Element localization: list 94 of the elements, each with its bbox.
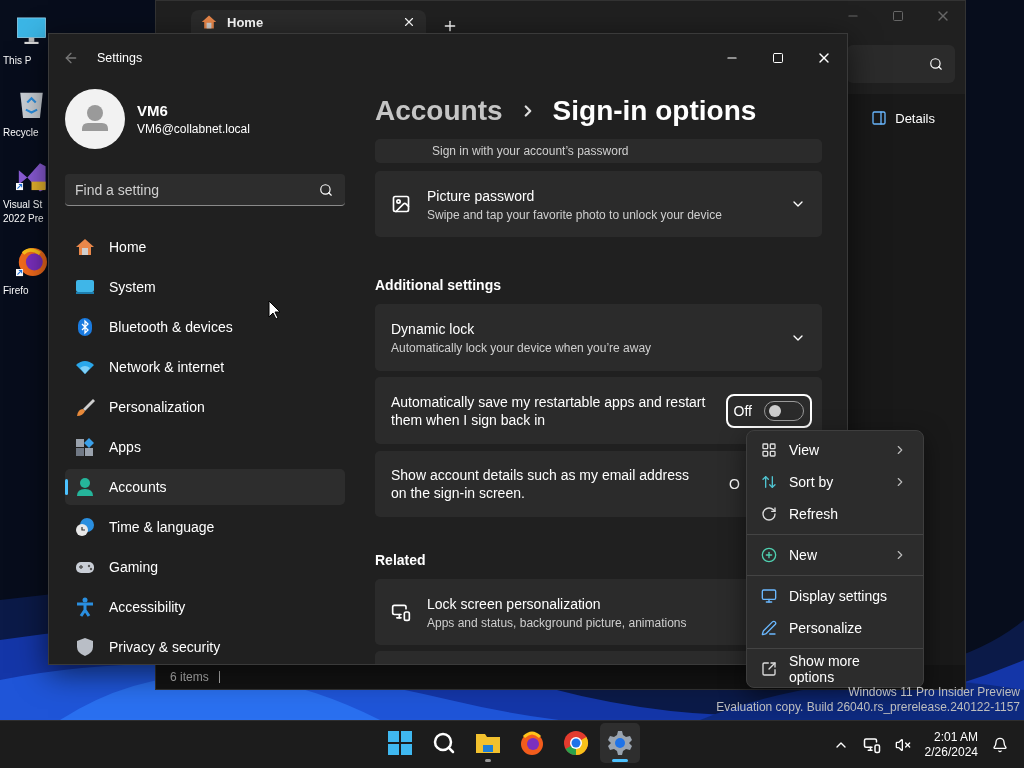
card-subtitle: Apps and status, background picture, animations (427, 615, 687, 630)
selection-indicator (65, 479, 68, 495)
running-indicator (612, 759, 628, 762)
windows-logo-icon (387, 730, 413, 756)
sort-arrows-icon (761, 474, 777, 490)
nav-item[interactable]: Apps (65, 429, 345, 465)
watermark-text: Evaluation copy. Build 26040.rs_prerelease.240122-1157 (716, 700, 1020, 715)
card-title: Automatically save my restartable apps and restart them when I sign back in (391, 392, 707, 429)
expand-icon (761, 661, 777, 677)
menu-item[interactable]: Sort by (751, 466, 919, 498)
display-icon (761, 588, 777, 604)
card-subtitle: Automatically lock your device when you’re away (391, 341, 652, 355)
card-title: Dynamic lock (391, 320, 475, 338)
settings-button[interactable] (600, 723, 640, 763)
apps-icon (75, 437, 95, 457)
lock-screen-icon (391, 602, 411, 622)
running-indicator (485, 759, 491, 762)
nav-item[interactable]: Gaming (65, 549, 345, 585)
bell-icon (992, 736, 1008, 753)
card-title: Picture password (427, 186, 535, 205)
search-icon (319, 183, 333, 197)
details-pane-icon (871, 110, 888, 126)
pen-icon (761, 620, 777, 636)
card-title: Show account details such as my email address on the sign-in screen. (391, 466, 691, 502)
card-subtitle: Sign in with your account’s password (431, 144, 629, 158)
new-tab-icon[interactable] (442, 18, 458, 34)
maximize-icon (891, 10, 904, 22)
plus-circle-icon (761, 547, 777, 563)
watermark-text: Windows 11 Pro Insider Preview (848, 685, 1020, 700)
refresh-icon (761, 506, 777, 522)
menu-item[interactable]: New (751, 539, 919, 571)
card-title: Lock screen personalization (427, 594, 601, 613)
user-name: VM6 (137, 102, 169, 119)
expander-card[interactable]: Picture password Swipe and tap your favorite photo to unlock your device (375, 171, 822, 237)
item-count: 6 items (170, 670, 209, 684)
network-button[interactable] (862, 735, 881, 754)
menu-item[interactable]: Refresh (751, 498, 919, 530)
accessibility-icon (75, 597, 95, 617)
menu-item[interactable]: View (751, 434, 919, 466)
nav-item[interactable]: System (65, 269, 345, 305)
nav-item[interactable]: Network & internet (65, 349, 345, 385)
icon-label: Firefo (3, 284, 29, 298)
clock[interactable]: 2:01 AM 2/26/2024 (924, 729, 978, 760)
volume-button[interactable] (894, 736, 911, 753)
globe-clock-icon (75, 517, 95, 537)
brush-icon (75, 397, 95, 417)
monitor-icon (75, 277, 95, 297)
toggle-state-text: O (729, 476, 740, 492)
icon-label: 2022 Pre (3, 212, 44, 226)
search-field[interactable]: Find a setting (65, 174, 345, 206)
chrome-icon (563, 730, 589, 756)
mouse-pointer-icon (268, 300, 281, 320)
nav-item[interactable]: Time & language (65, 509, 345, 545)
search-icon (929, 57, 943, 71)
nav-item[interactable]: Accessibility (65, 589, 345, 625)
volume-muted-icon (894, 736, 911, 753)
nav-item[interactable]: Personalization (65, 389, 345, 425)
notifications-button[interactable] (992, 736, 1008, 753)
icon-label: This P (3, 54, 32, 68)
tab[interactable]: Home (191, 10, 426, 34)
bluetooth-icon (75, 317, 95, 337)
section-heading: Related (375, 551, 426, 570)
icon-label: Visual St (3, 198, 43, 212)
user-email: VM6@collabnet.local (137, 122, 250, 136)
expander-card[interactable]: Dynamic lock Automatically lock your device when you’re away (375, 304, 822, 371)
nav-item[interactable]: Accounts (65, 469, 345, 505)
clock-date: 2/26/2024 (924, 744, 978, 760)
back-icon[interactable] (63, 50, 79, 66)
card-subtitle: Swipe and tap your favorite photo to unlock your device (427, 207, 722, 222)
nav-item[interactable]: Privacy & security (65, 629, 345, 665)
nav-item[interactable]: Home (65, 229, 345, 265)
home-icon (75, 237, 95, 257)
breadcrumb-link[interactable]: Accounts (375, 94, 503, 127)
picture-icon (391, 194, 411, 214)
section-heading: Additional settings (375, 276, 501, 295)
search-field[interactable] (847, 45, 955, 83)
search-icon (432, 731, 456, 755)
close-icon[interactable] (402, 15, 416, 29)
network-icon (862, 735, 881, 754)
page-title: Sign-in options (552, 94, 757, 127)
home-icon (201, 14, 217, 30)
person-icon (75, 477, 95, 497)
grid-icon (761, 442, 777, 458)
firefox-icon (519, 730, 545, 756)
maximize-icon (772, 52, 784, 64)
window-title: Settings (97, 51, 143, 65)
gear-icon (607, 730, 633, 756)
avatar (65, 89, 125, 149)
details-button[interactable]: Details (865, 109, 941, 127)
toggle-switch[interactable]: Off (725, 393, 812, 428)
clock-time: 2:01 AM (933, 729, 978, 745)
icon-label: Recycle (3, 126, 39, 140)
shield-icon (75, 637, 95, 657)
menu-item[interactable]: Show more options (751, 653, 919, 685)
